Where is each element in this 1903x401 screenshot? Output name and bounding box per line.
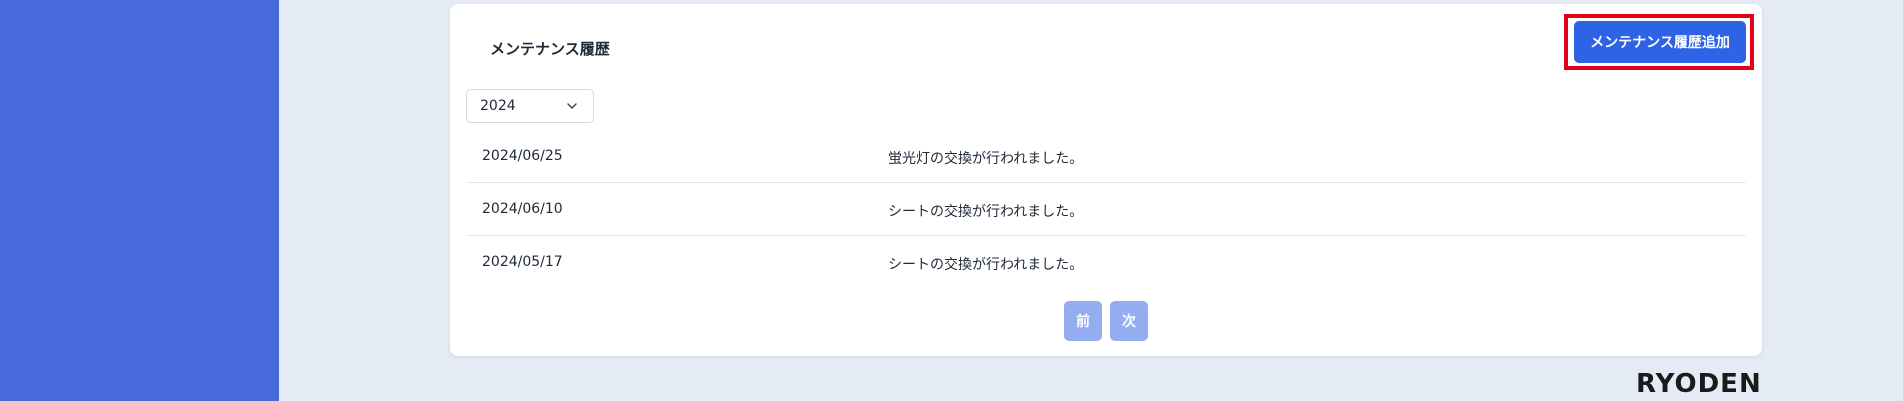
list-item: 2024/06/25 蛍光灯の交換が行われました。 xyxy=(466,130,1746,183)
record-date: 2024/05/17 xyxy=(482,254,563,270)
chevron-down-icon xyxy=(567,103,577,109)
add-maintenance-history-button[interactable]: メンテナンス履歴追加 xyxy=(1574,21,1746,63)
year-select[interactable]: 2024 xyxy=(466,89,594,123)
pagination: 前 次 xyxy=(1064,301,1148,341)
record-description: 蛍光灯の交換が行われました。 xyxy=(888,151,1084,167)
record-description: シートの交換が行われました。 xyxy=(888,257,1084,273)
list-item: 2024/05/17 シートの交換が行われました。 xyxy=(466,236,1746,289)
brand-logo: RYODEN xyxy=(1636,369,1762,399)
year-select-value: 2024 xyxy=(480,98,516,114)
card-title: メンテナンス履歴 xyxy=(490,40,610,58)
record-date: 2024/06/25 xyxy=(482,148,563,164)
list-item: 2024/06/10 シートの交換が行われました。 xyxy=(466,183,1746,236)
record-description: シートの交換が行われました。 xyxy=(888,204,1084,220)
maintenance-history-card: メンテナンス履歴 メンテナンス履歴追加 2024 2024/06/25 蛍光灯の… xyxy=(450,4,1762,356)
next-page-button[interactable]: 次 xyxy=(1110,301,1148,341)
record-date: 2024/06/10 xyxy=(482,201,563,217)
sidebar xyxy=(0,0,279,401)
maintenance-list: 2024/06/25 蛍光灯の交換が行われました。 2024/06/10 シート… xyxy=(466,130,1746,289)
prev-page-button[interactable]: 前 xyxy=(1064,301,1102,341)
